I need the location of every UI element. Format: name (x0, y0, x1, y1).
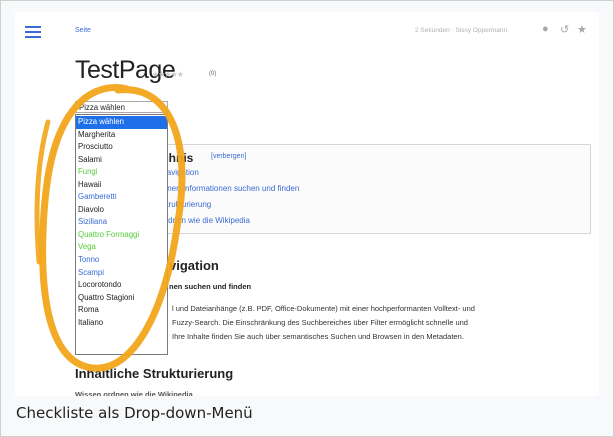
dropdown-option[interactable]: Locorotondo (76, 279, 167, 292)
dropdown-option[interactable]: Fungi (76, 166, 167, 179)
dropdown-option[interactable]: Pizza wählen (76, 116, 167, 129)
tab-page[interactable]: Seite (75, 27, 91, 34)
dropdown-option[interactable]: Quattro Formaggi (76, 229, 167, 242)
star-icon[interactable]: ★ (577, 23, 587, 36)
dropdown-option[interactable]: Italiano (76, 317, 167, 330)
dropdown-option[interactable]: Hawaii (76, 179, 167, 192)
dropdown-option[interactable]: Tonno (76, 254, 167, 267)
section-heading: vigation (169, 258, 219, 273)
paragraph-line: l und Dateianhänge (z.B. PDF, Office-Dok… (172, 304, 475, 313)
wiki-screenshot: Seite 2 Sekunden · Sissy Oppermann ● ↺ ★… (15, 12, 599, 396)
paragraph-line: Wissen ordnen wie die Wikipedia (75, 390, 193, 396)
dropdown-option[interactable]: Diavolo (76, 204, 167, 217)
toc-item[interactable]: ionen Informationen suchen und finden (161, 184, 299, 193)
rating-count: (0) (209, 71, 217, 77)
dropdown-options[interactable]: Pizza wählen Margherita Prosciutto Salami Fu… (75, 114, 168, 355)
toc-hide-link[interactable]: [verbergen] (211, 153, 246, 160)
paragraph-line: Ihre Inhalte finden Sie auch über semant… (172, 332, 464, 341)
toc-item[interactable]: ordnen wie die Wikipedia (161, 216, 250, 225)
section-subheading: nen suchen und finden (169, 282, 252, 291)
paragraph-line: Fuzzy-Search. Die Einschränkung des Such… (172, 318, 468, 327)
dropdown-option[interactable]: Prosciutto (76, 141, 167, 154)
dropdown-option[interactable]: Gamberetti (76, 191, 167, 204)
history-icon[interactable]: ↺ (560, 23, 569, 36)
dropdown-option[interactable]: Roma (76, 304, 167, 317)
toc-item[interactable]: Strukturierung (161, 200, 211, 209)
dropdown-option[interactable]: Siziliana (76, 216, 167, 229)
dropdown-option[interactable]: Quattro Stagioni (76, 292, 167, 305)
dropdown-option[interactable]: Vega (76, 241, 167, 254)
rating-stars[interactable]: ★★★★★ (152, 70, 184, 79)
section-heading: Inhaltliche Strukturierung (75, 366, 234, 381)
pizza-select[interactable]: Pizza wählen (75, 101, 168, 113)
dropdown-option[interactable]: Margherita (76, 129, 167, 142)
comments-icon[interactable]: ● (542, 23, 549, 35)
figure-frame: Seite 2 Sekunden · Sissy Oppermann ● ↺ ★… (0, 0, 614, 437)
last-edit-info[interactable]: 2 Sekunden · Sissy Oppermann (415, 27, 507, 34)
figure-caption: Checkliste als Drop-down-Menü (16, 404, 253, 422)
dropdown-option[interactable]: Salami (76, 154, 167, 167)
dropdown-option[interactable]: Scampi (76, 267, 167, 280)
menu-icon[interactable] (25, 26, 41, 38)
